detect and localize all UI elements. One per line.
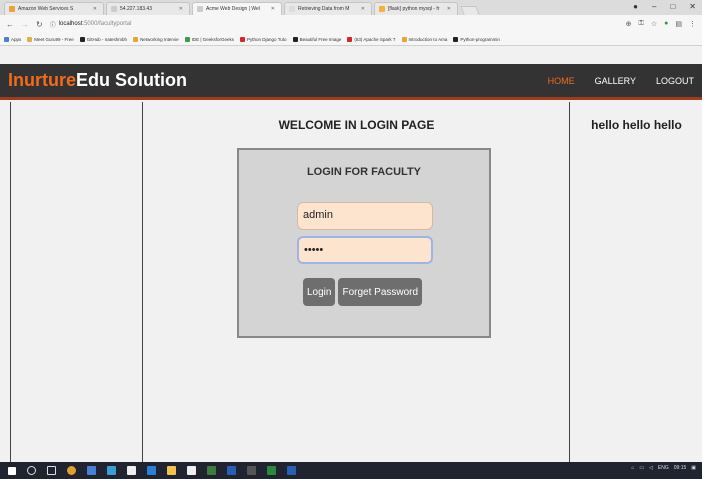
forward-icon[interactable]: → [21, 20, 29, 29]
bookmark-item[interactable]: Python-programmin [453, 36, 500, 42]
browser-tab[interactable]: 54.227.183.43 ✕ [106, 2, 190, 15]
app-icon[interactable] [187, 466, 196, 475]
login-actions: Login Forget Password [303, 278, 423, 306]
page-favicon-icon [289, 6, 295, 12]
brand-logo[interactable]: InurtureEdu Solution [8, 70, 187, 91]
login-button[interactable]: Login [303, 278, 336, 306]
file-explorer-icon[interactable] [167, 466, 176, 475]
menu-icon[interactable]: ⋮ [689, 20, 696, 28]
bookmark-favicon-icon [401, 36, 407, 42]
search-icon[interactable] [27, 466, 36, 475]
chrome-icon[interactable] [67, 466, 76, 475]
aws-favicon-icon [9, 6, 15, 12]
reload-icon[interactable]: ↻ [36, 20, 43, 29]
login-form: LOGIN FOR FACULTY admin ••••• Login Forg… [237, 148, 491, 338]
login-title: LOGIN FOR FACULTY [306, 166, 422, 178]
window-controls: ● – □ ✕ [633, 2, 696, 11]
close-window-icon[interactable]: ✕ [689, 2, 696, 11]
task-view-icon[interactable] [47, 466, 56, 475]
profile-icon[interactable]: ● [633, 2, 638, 11]
notifications-icon[interactable]: ▣ [691, 465, 696, 471]
zoom-icon[interactable]: ⊕ [626, 20, 632, 28]
url-field[interactable]: ⓘ localhost:5000/facultyportal [50, 20, 132, 29]
nav-logout[interactable]: LOGOUT [656, 76, 694, 86]
bookmark-item[interactable]: Apps [4, 36, 21, 42]
app-icon[interactable] [267, 466, 276, 475]
clock[interactable]: 09:15 [674, 465, 687, 471]
bookmarks-bar: Apps Meet Guru99 - Free GitHub - nateshm… [0, 33, 702, 46]
close-icon[interactable]: ✕ [179, 6, 183, 12]
password-input[interactable]: ••••• [297, 236, 433, 264]
bookmark-item[interactable]: (53) Apache Spark T [347, 36, 396, 42]
camera-icon [292, 36, 298, 42]
bookmark-item[interactable]: IDE | GeeksforGeeks [184, 36, 234, 42]
app-icon[interactable] [107, 466, 116, 475]
key-icon[interactable]: ⚿ [639, 20, 644, 28]
volume-icon[interactable]: ◁ [649, 465, 653, 471]
youtube-icon [240, 36, 246, 42]
github-icon [79, 36, 85, 42]
bookmark-favicon-icon [133, 36, 139, 42]
youtube-icon [347, 36, 353, 42]
browser-tab[interactable]: [flask] python mysql - fr ✕ [374, 2, 458, 15]
address-bar: ← → ↻ ⓘ localhost:5000/facultyportal ⊕ ⚿… [0, 15, 702, 33]
maximize-icon[interactable]: □ [670, 2, 675, 11]
windows-start-icon[interactable] [8, 466, 16, 475]
system-tray: ⌂ ▭ ◁ ENG 09:15 ▣ [631, 465, 696, 471]
left-sidebar [10, 102, 143, 462]
main-nav: HOME GALLERY LOGOUT [548, 76, 694, 86]
right-sidebar: hello hello hello [569, 102, 702, 462]
network-icon[interactable]: ⌂ [631, 465, 634, 471]
bookmark-star-icon[interactable]: ☆ [651, 20, 657, 28]
extension-icon[interactable]: ▤ [675, 20, 682, 28]
os-taskbar: ⌂ ▭ ◁ ENG 09:15 ▣ [0, 462, 702, 479]
main-content: WELCOME IN LOGIN PAGE LOGIN FOR FACULTY … [144, 102, 569, 462]
browser-tab[interactable]: Retrieving Data from M ✕ [284, 2, 372, 15]
bookmark-item[interactable]: GitHub - nateshmbh [79, 36, 127, 42]
bookmark-favicon-icon [184, 36, 190, 42]
bookmark-item[interactable]: Introduction to Ama [401, 36, 447, 42]
browser-tab[interactable]: Amazon Web Services S ✕ [4, 2, 104, 15]
page-favicon-icon [197, 6, 203, 12]
stackoverflow-favicon-icon [379, 6, 385, 12]
info-icon: ⓘ [49, 22, 56, 29]
edge-icon[interactable] [147, 466, 156, 475]
battery-icon[interactable]: ▭ [639, 465, 644, 471]
browser-tab-active[interactable]: Acme Web Design | Wel ✕ [192, 2, 282, 15]
back-icon[interactable]: ← [6, 20, 14, 29]
close-icon[interactable]: ✕ [271, 6, 275, 12]
forget-password-button[interactable]: Forget Password [338, 278, 423, 306]
word-icon[interactable] [287, 466, 296, 475]
close-icon[interactable]: ✕ [93, 6, 97, 12]
bookmark-item[interactable]: Meet Guru99 - Free [27, 36, 74, 42]
page-favicon-icon [111, 6, 117, 12]
sidebar-text: hello hello hello [591, 118, 682, 132]
close-icon[interactable]: ✕ [361, 6, 365, 12]
app-icon[interactable] [247, 466, 256, 475]
address-bar-actions: ⊕ ⚿ ☆ ● ▤ ⋮ [626, 20, 696, 28]
username-input[interactable]: admin [297, 202, 433, 230]
github-icon [453, 36, 459, 42]
bookmark-item[interactable]: Beautiful Free Image [292, 36, 341, 42]
nav-gallery[interactable]: GALLERY [595, 76, 636, 86]
language-indicator[interactable]: ENG [658, 465, 669, 471]
bookmark-item[interactable]: Networking Intervie [133, 36, 179, 42]
dreamweaver-icon[interactable] [207, 466, 216, 475]
app-icon[interactable] [227, 466, 236, 475]
new-tab-button[interactable] [460, 6, 480, 15]
site-header: InurtureEdu Solution HOME GALLERY LOGOUT [0, 64, 702, 100]
apps-icon [4, 36, 9, 42]
extension-icon[interactable]: ● [664, 20, 668, 28]
page-title: WELCOME IN LOGIN PAGE [278, 118, 435, 132]
bookmark-item[interactable]: Python Django Tuto [240, 36, 287, 42]
bookmark-favicon-icon [27, 36, 33, 42]
close-icon[interactable]: ✕ [447, 6, 451, 12]
nav-home[interactable]: HOME [548, 76, 575, 86]
minimize-icon[interactable]: – [652, 2, 656, 11]
browser-tab-bar: Amazon Web Services S ✕ 54.227.183.43 ✕ … [0, 0, 702, 15]
store-icon[interactable] [127, 466, 136, 475]
app-icon[interactable] [87, 466, 96, 475]
